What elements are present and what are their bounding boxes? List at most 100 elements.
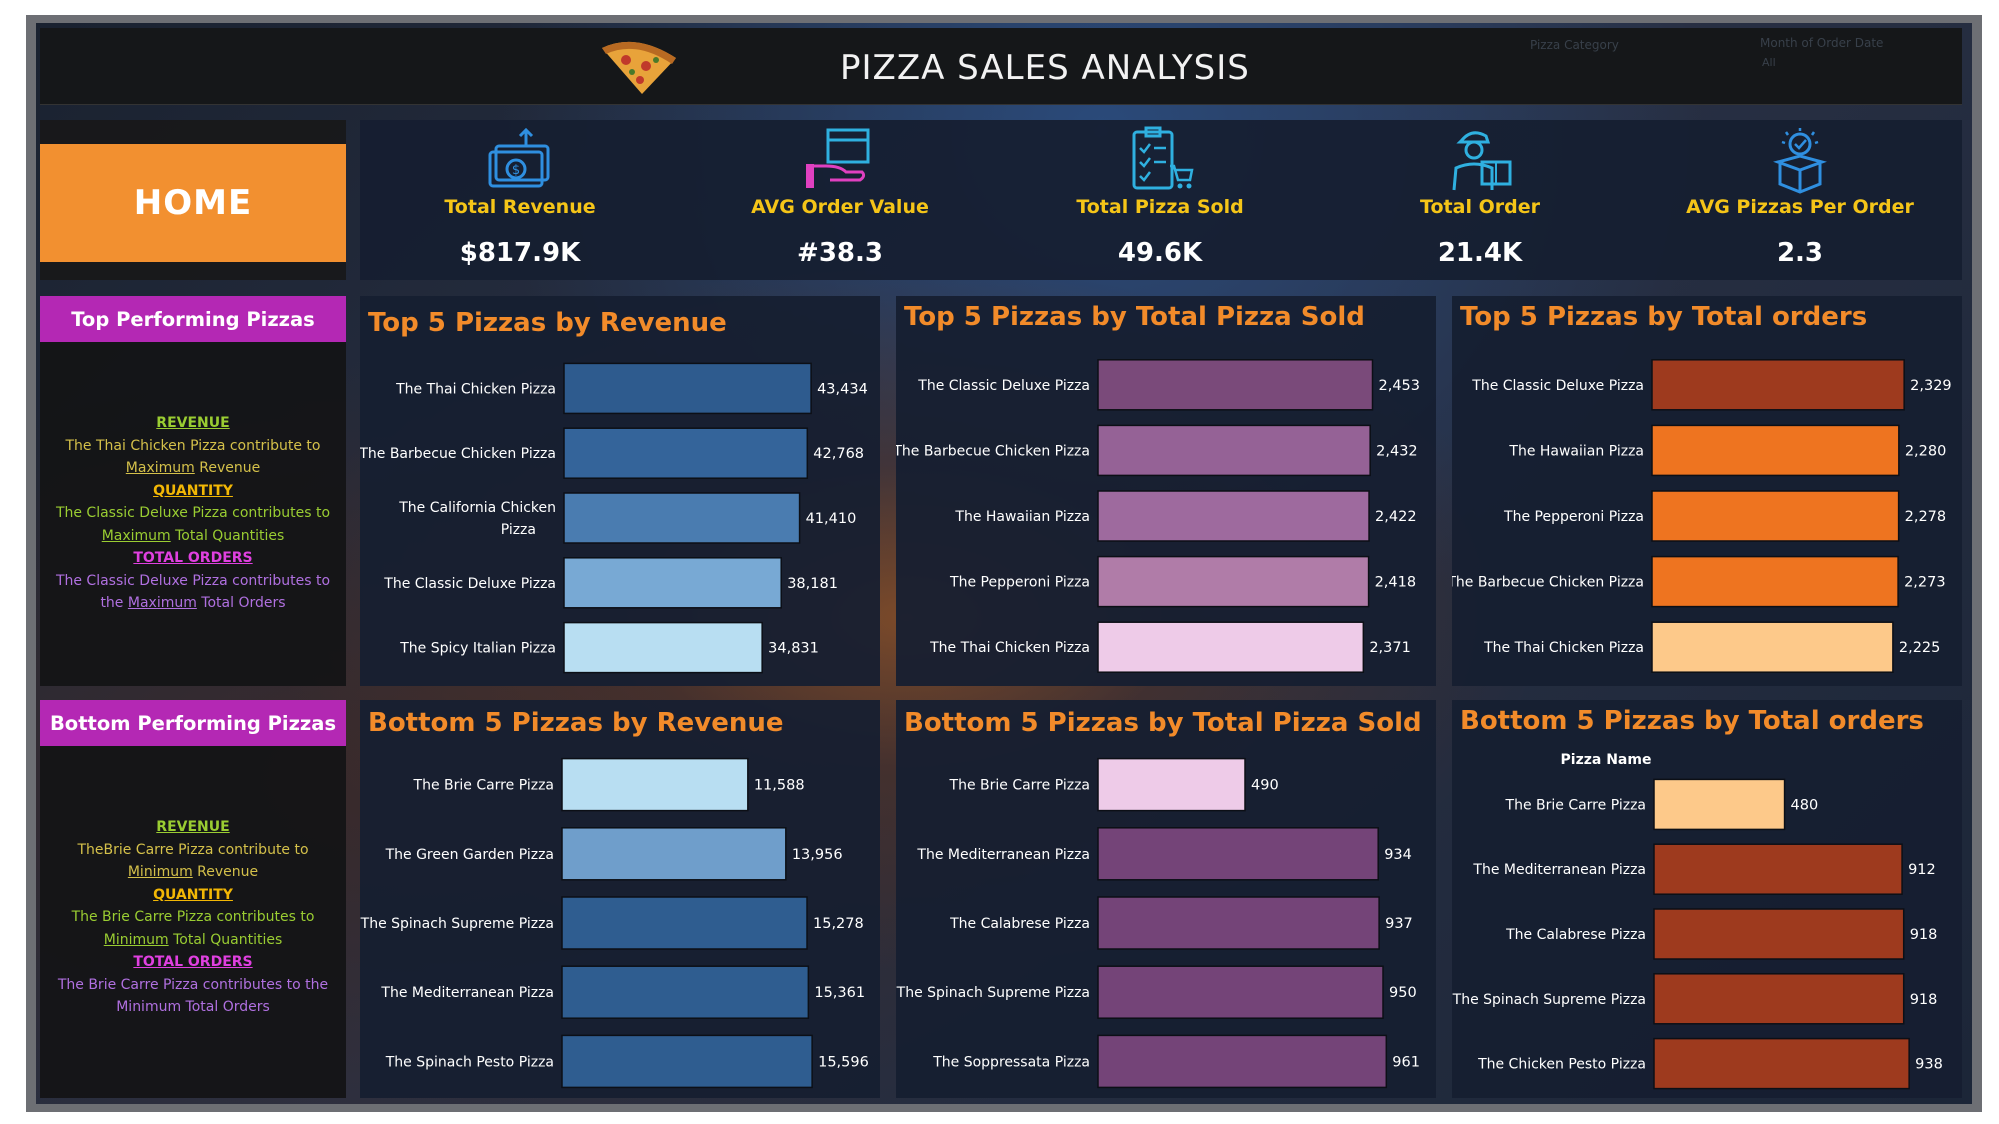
category-label: The Barbecue Chicken Pizza <box>1452 575 1644 591</box>
data-label: 34,831 <box>768 641 819 657</box>
note-orders-line2: the Maximum Total Orders <box>100 595 286 611</box>
category-label: The Calabrese Pizza <box>1505 927 1646 943</box>
data-label: 490 <box>1251 778 1279 794</box>
kpi-label: AVG Order Value <box>751 196 929 218</box>
category-label: The Pepperoni Pizza <box>949 575 1090 591</box>
note-revenue-heading: REVENUE <box>156 819 230 835</box>
data-label: 2,278 <box>1905 509 1947 525</box>
bar-chart-svg: The Classic Deluxe Pizza 2,453 The Barbecu… <box>896 359 1421 673</box>
bar-chart-svg: The Brie Carre Pizza 490 The Mediterranean… <box>896 757 1420 1089</box>
category-label: The Spinach Supreme Pizza <box>360 916 554 932</box>
chart-top-pizza-sold: Top 5 Pizzas by Total Pizza Sold The Cla… <box>896 296 1436 686</box>
bar <box>563 492 801 544</box>
kpi-avg-order-value: AVG Order Value #38.3 <box>680 120 1000 280</box>
bar <box>561 896 808 950</box>
bar <box>1651 359 1905 411</box>
bar <box>1653 778 1786 831</box>
open-box-icon <box>1773 128 1827 194</box>
note-revenue-line1: TheBrie Carre Pizza contribute to <box>77 841 309 858</box>
category-label: The Classic Deluxe Pizza <box>917 378 1090 394</box>
data-label: 2,225 <box>1899 640 1941 656</box>
note-orders-line1: The Brie Carre Pizza contributes to the <box>57 976 329 993</box>
category-label: The Mediterranean Pizza <box>1472 862 1646 878</box>
bar <box>561 827 787 881</box>
data-label: 937 <box>1385 916 1413 932</box>
bar <box>1097 965 1384 1019</box>
note-orders-heading: TOTAL ORDERS <box>133 954 253 970</box>
bar <box>1097 757 1246 812</box>
pizza-slice-icon <box>602 41 676 94</box>
category-label: The Thai Chicken Pizza <box>395 381 556 397</box>
data-label: 43,434 <box>817 381 868 397</box>
data-label: 15,278 <box>813 916 864 932</box>
data-label: 2,453 <box>1379 378 1421 394</box>
kpi-value: #38.3 <box>797 238 883 268</box>
kpi-label: Total Order <box>1420 196 1540 218</box>
note-quantity-heading: QUANTITY <box>153 886 233 903</box>
data-label: 2,432 <box>1376 443 1418 459</box>
data-label: 912 <box>1908 862 1936 878</box>
checklist-cart-icon <box>1132 126 1194 190</box>
data-label: 918 <box>1910 992 1938 1008</box>
category-label: The Thai Chicken Pizza <box>1483 640 1644 656</box>
top-performing-sidebar: Top Performing Pizzas REVENUE The Thai C… <box>40 296 346 686</box>
category-label: The Barbecue Chicken Pizza <box>360 446 556 462</box>
svg-text:$: $ <box>512 163 520 178</box>
data-label: 2,371 <box>1369 640 1411 656</box>
chart-bottom-pizza-sold: Bottom 5 Pizzas by Total Pizza Sold The … <box>896 700 1436 1098</box>
hand-box-icon <box>806 128 870 188</box>
category-label: The Thai Chicken Pizza <box>929 640 1090 656</box>
delivery-person-icon <box>1452 131 1512 191</box>
category-label: The Mediterranean Pizza <box>916 847 1090 863</box>
bar <box>563 362 812 415</box>
bar <box>561 965 810 1019</box>
chart-top-revenue: Top 5 Pizzas by Revenue The Thai Chicken… <box>360 296 880 686</box>
data-label: 15,596 <box>818 1054 869 1070</box>
data-label: 2,422 <box>1375 509 1417 525</box>
category-label: The Chicken Pesto Pizza <box>1477 1057 1646 1073</box>
data-label: 2,418 <box>1375 575 1417 591</box>
data-label: 42,768 <box>813 446 864 462</box>
filter-value-month: All <box>1762 56 1776 69</box>
category-label: The California Chicken Pizza <box>398 500 556 538</box>
filter-label-pizza-category: Pizza Category <box>1530 38 1619 52</box>
title-bar: PIZZA SALES ANALYSIS Pizza Category Mont… <box>40 28 1962 105</box>
home-button[interactable]: HOME <box>40 144 346 262</box>
category-label: The Spinach Supreme Pizza <box>1452 992 1646 1008</box>
bar <box>561 757 749 812</box>
category-label: The Mediterranean Pizza <box>380 985 554 1001</box>
money-icon: $ <box>488 127 550 188</box>
note-revenue-line1: The Thai Chicken Pizza contribute to <box>65 437 321 454</box>
category-label: The Hawaiian Pizza <box>954 509 1090 525</box>
top-performing-notes: REVENUE The Thai Chicken Pizza contribut… <box>40 342 346 686</box>
note-quantity-line2: Minimum Total Quantities <box>103 931 283 948</box>
category-label: The Hawaiian Pizza <box>1508 443 1644 459</box>
kpi-value: 21.4K <box>1437 238 1523 268</box>
category-label: The Barbecue Chicken Pizza <box>896 443 1090 459</box>
category-label: The Brie Carre Pizza <box>949 778 1090 794</box>
data-label: 38,181 <box>787 576 838 592</box>
category-label: The Spinach Pesto Pizza <box>385 1054 554 1070</box>
category-label: The Classic Deluxe Pizza <box>383 576 556 592</box>
bar <box>563 621 763 674</box>
kpi-label: Total Pizza Sold <box>1076 196 1244 218</box>
kpi-panel: $ Total Revenue $817.9K AVG Order Value … <box>360 120 1962 280</box>
bar <box>1653 843 1903 895</box>
data-label: 918 <box>1910 927 1938 943</box>
bottom-performing-sidebar: Bottom Performing Pizzas REVENUE TheBrie… <box>40 700 346 1098</box>
bar-chart-svg: Pizza Name The Brie Carre Pizza 480 The Med… <box>1452 752 1943 1090</box>
category-label: The Spinach Supreme Pizza <box>896 985 1090 1001</box>
chart-bottom-revenue: Bottom 5 Pizzas by Revenue The Brie Carr… <box>360 700 880 1098</box>
note-revenue-line2: Minimum Revenue <box>127 864 259 880</box>
bar <box>1653 908 1905 960</box>
note-orders-line1: The Classic Deluxe Pizza contributes to <box>55 572 331 589</box>
kpi-label: AVG Pizzas Per Order <box>1686 196 1914 218</box>
bar-chart-svg: The Brie Carre Pizza 11,588 The Green Gard… <box>360 757 869 1089</box>
category-label: The Green Garden Pizza <box>385 847 554 863</box>
note-quantity-heading: QUANTITY <box>153 482 233 499</box>
kpi-total-revenue: $ Total Revenue $817.9K <box>360 120 680 280</box>
bar <box>1651 424 1900 477</box>
note-quantity-line2: Maximum Total Quantities <box>101 527 285 544</box>
data-label: 2,329 <box>1910 378 1952 394</box>
bottom-performing-heading: Bottom Performing Pizzas <box>40 700 346 746</box>
